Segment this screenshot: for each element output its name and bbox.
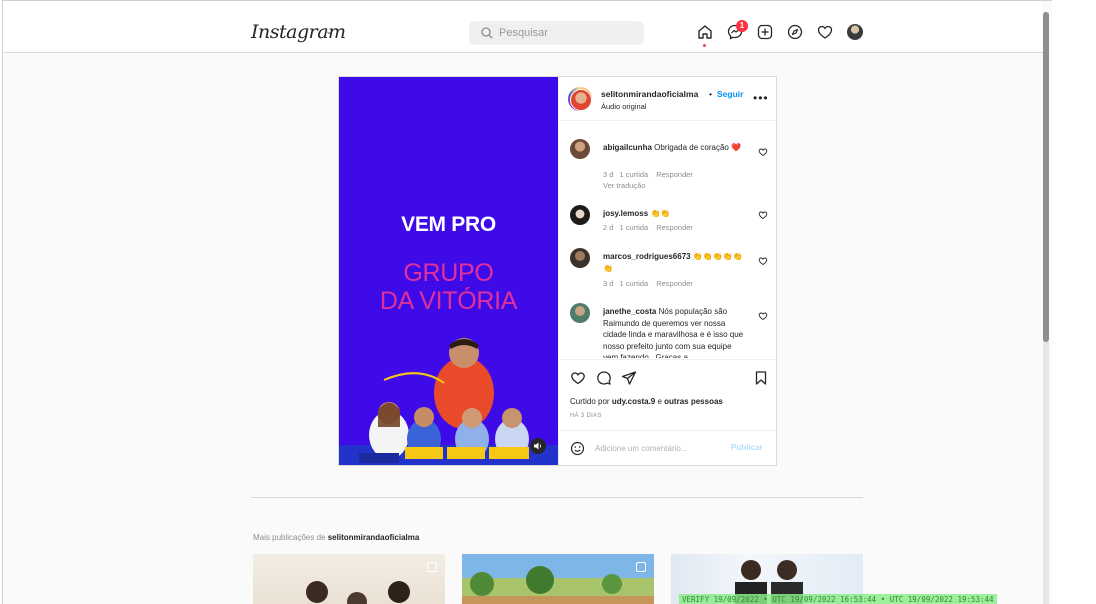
comment-age: 3 d [603,279,614,288]
new-post-icon[interactable] [756,23,774,41]
more-posts-heading: Mais publicações de selitonmirandaoficia… [253,533,419,542]
browser-viewport: Instagram ⌄ 1 VEM PRO [2,0,1052,604]
like-comment-icon[interactable] [758,311,768,321]
comment-username[interactable]: abigailcunha [603,143,652,152]
more-posts-username[interactable]: selitonmirandaoficialma [328,533,420,542]
like-comment-icon[interactable] [758,147,768,157]
comments-list: abigailcunha Obrigada de coração ❤️ 3 d 1… [559,122,777,358]
search-icon [479,25,495,41]
more-post-thumbnail[interactable] [462,554,654,604]
multiple-images-icon [427,562,437,572]
liked-by-text: Curtido por udy.costa.9 e outras pessoas [570,397,723,406]
activity-heart-icon[interactable] [816,23,834,41]
search-input[interactable] [499,24,639,42]
comment-username[interactable]: marcos_rodrigues6673 [603,252,691,261]
media-subline-2: DA VITÓRIA [379,287,518,315]
commenter-avatar[interactable] [570,139,590,159]
audio-label[interactable]: Áudio original [601,102,646,111]
more-options-icon[interactable]: ••• [753,91,769,105]
media-subline-1: GRUPO [403,259,494,287]
like-comment-icon[interactable] [758,210,768,220]
comment-bubble-icon[interactable] [596,370,612,386]
like-heart-icon[interactable] [570,370,586,386]
comment-reply[interactable]: Responder [656,170,693,179]
like-comment-icon[interactable] [758,256,768,266]
comment-body: 👏👏 [650,209,671,218]
multiple-images-icon [636,562,646,572]
mute-audio-button[interactable] [530,438,546,454]
comment-likes[interactable]: 1 curtida [619,223,648,232]
thumbnail-image [470,566,622,596]
comment-username[interactable]: josy.lemoss [603,209,648,218]
add-comment-input[interactable] [595,441,725,456]
publish-button[interactable]: Publicar [731,443,763,452]
comment-text: janethe_costa Nós população são Raimundo… [603,306,747,358]
liked-by-user[interactable]: udy.costa.9 [612,397,655,406]
save-bookmark-icon[interactable] [753,370,769,386]
post-sidebar: selitonmirandaoficialma • Seguir Áudio o… [558,77,777,465]
author-username[interactable]: selitonmirandaoficialma [601,89,698,99]
comment-reply[interactable]: Responder [656,279,693,288]
add-comment-bar: Publicar [559,430,777,465]
top-navigation-bar: Instagram ⌄ 1 [3,1,1043,53]
comment-likes[interactable]: 1 curtida [619,170,648,179]
author-separator: • [709,89,712,99]
chevron-down-icon[interactable]: ⌄ [325,26,333,37]
verification-watermark: VERIFY 19/09/2022 • UTC 19/09/2022 16:53… [679,594,997,604]
post-card: VEM PRO GRUPO DA VITÓRIA selitonmirandao… [338,76,777,466]
comment-meta: 3 d 1 curtida Responder [603,279,701,288]
liked-by-others[interactable]: outras pessoas [664,397,723,406]
scrollbar-thumb[interactable] [1043,12,1049,342]
comment-meta: 3 d 1 curtida Responder [603,170,701,179]
comment-username[interactable]: janethe_costa [603,307,656,316]
post-timestamp[interactable]: HÁ 3 DIAS [570,413,602,419]
comment-body: Obrigada de coração ❤️ [654,143,742,152]
thumbnail-image [306,581,410,604]
comment-text: abigailcunha Obrigada de coração ❤️ [603,142,747,154]
post-media[interactable]: VEM PRO GRUPO DA VITÓRIA [339,77,558,465]
media-headline: VEM PRO [401,213,496,236]
post-actions: Curtido por udy.costa.9 e outras pessoas… [559,359,777,429]
section-divider [251,497,863,498]
more-post-thumbnail[interactable] [253,554,445,604]
comment-age: 2 d [603,223,614,232]
comment-age: 3 d [603,170,614,179]
comment-meta: 2 d 1 curtida Responder [603,223,701,232]
profile-avatar[interactable] [847,24,863,40]
commenter-avatar[interactable] [570,303,590,323]
author-avatar[interactable] [568,87,592,111]
vertical-scrollbar[interactable] [1043,12,1049,604]
campaign-flier-image [339,338,558,465]
home-active-indicator [703,44,706,47]
post-author-header: selitonmirandaoficialma • Seguir Áudio o… [559,77,777,121]
liked-by-prefix: Curtido por [570,397,610,406]
messages-badge: 1 [736,20,748,32]
home-icon[interactable] [696,23,714,41]
comment-text: marcos_rodrigues6673 👏👏👏👏👏👏 [603,251,747,274]
media-subline: GRUPO DA VITÓRIA [339,259,558,315]
comment-reply[interactable]: Responder [656,223,693,232]
emoji-icon[interactable] [570,441,585,456]
more-posts-prefix: Mais publicações de [253,533,326,542]
commenter-avatar[interactable] [570,205,590,225]
share-send-icon[interactable] [621,370,637,386]
see-translation-link[interactable]: Ver tradução [603,181,646,190]
explore-icon[interactable] [786,23,804,41]
commenter-avatar[interactable] [570,248,590,268]
search-box[interactable] [469,21,644,45]
follow-button[interactable]: Seguir [717,89,745,99]
liked-by-joiner: e [657,397,662,406]
comment-likes[interactable]: 1 curtida [619,279,648,288]
comment-text: josy.lemoss 👏👏 [603,208,747,220]
